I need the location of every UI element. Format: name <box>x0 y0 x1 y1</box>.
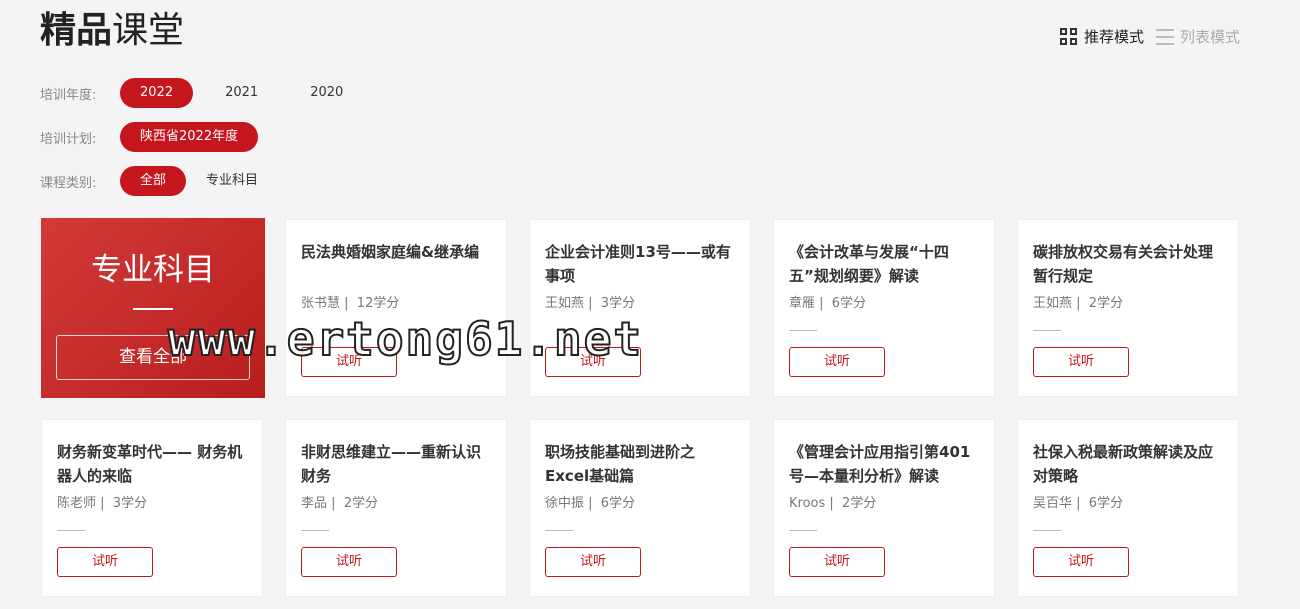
card-divider <box>789 530 817 531</box>
course-title: 《会计改革与发展“十四五”规划纲要》解读 <box>789 243 949 285</box>
course-meta: 王如燕 | 3学分 <box>545 296 636 311</box>
course-card[interactable]: 企业会计准则13号——或有事项 王如燕 | 3学分 试听 <box>529 219 751 397</box>
list-icon <box>1155 28 1174 45</box>
page-title-light: 课堂 <box>112 10 185 51</box>
trial-button[interactable]: 试听 <box>301 347 397 377</box>
course-card[interactable]: 社保入税最新政策解读及应对策略 吴百华 | 6学分 试听 <box>1017 419 1239 597</box>
course-credits: 6学分 <box>831 296 867 311</box>
trial-button[interactable]: 试听 <box>1033 547 1129 577</box>
list-mode-label: 列表模式 <box>1179 28 1240 46</box>
course-card[interactable]: 财务新变革时代—— 财务机器人的来临 陈老师 | 3学分 试听 <box>41 419 263 597</box>
course-meta: 徐中振 | 6学分 <box>545 496 636 511</box>
trial-button[interactable]: 试听 <box>545 347 641 377</box>
filter-plan-label: 培训计划: <box>40 131 97 147</box>
trial-button[interactable]: 试听 <box>1033 347 1129 377</box>
course-title: 非财思维建立——重新认识财务 <box>301 443 482 485</box>
course-teacher: 王如燕 <box>1033 296 1073 311</box>
filter-category-professional[interactable]: 专业科目 <box>198 166 266 196</box>
filter-category-all[interactable]: 全部 <box>120 166 187 196</box>
course-title: 社保入税最新政策解读及应对策略 <box>1033 443 1214 485</box>
page-title-bold: 精品 <box>40 10 113 51</box>
course-credits: 3学分 <box>112 496 148 511</box>
course-card[interactable]: 碳排放权交易有关会计处理暂行规定 王如燕 | 2学分 试听 <box>1017 219 1239 397</box>
course-teacher: 徐中振 <box>545 496 585 511</box>
course-title: 民法典婚姻家庭编&继承编 <box>301 243 480 261</box>
trial-button[interactable]: 试听 <box>789 347 885 377</box>
course-card[interactable]: 非财思维建立——重新认识财务 李品 | 2学分 试听 <box>285 419 507 597</box>
card-divider <box>57 530 85 531</box>
course-credits: 2学分 <box>343 496 379 511</box>
course-title: 职场技能基础到进阶之Excel基础篇 <box>545 443 696 485</box>
card-divider <box>301 530 329 531</box>
filter-category-label: 课程类别: <box>40 175 97 191</box>
course-meta: 王如燕 | 2学分 <box>1033 296 1124 311</box>
course-card[interactable]: 民法典婚姻家庭编&继承编 张书慧 | 12学分 试听 <box>285 219 507 397</box>
recommend-mode-label: 推荐模式 <box>1083 28 1144 46</box>
course-credits: 6学分 <box>1088 496 1124 511</box>
card-divider <box>1033 530 1061 531</box>
course-title: 企业会计准则13号——或有事项 <box>545 243 731 285</box>
filter-year-2022[interactable]: 2022 <box>120 78 194 108</box>
filter-category-row: 课程类别: 全部 专业科目 <box>40 166 278 196</box>
course-teacher: 陈老师 <box>57 496 97 511</box>
course-meta: 吴百华 | 6学分 <box>1033 496 1124 511</box>
page-title: 精品课堂 <box>40 8 184 54</box>
course-credits: 2学分 <box>842 496 877 511</box>
course-credits: 2学分 <box>1088 296 1124 311</box>
course-teacher: 张书慧 <box>301 296 341 311</box>
filter-plan-shaanxi-2022[interactable]: 陕西省2022年度 <box>120 122 259 152</box>
course-meta: 李品 | 2学分 <box>301 496 379 511</box>
course-meta: 章雁 | 6学分 <box>789 296 867 311</box>
filter-year-2021[interactable]: 2021 <box>205 78 278 108</box>
feature-title: 专业科目 <box>91 252 215 288</box>
feature-divider <box>133 308 173 310</box>
course-teacher: 吴百华 <box>1033 496 1073 511</box>
filter-plan-row: 培训计划: 陕西省2022年度 <box>40 122 270 152</box>
card-divider <box>789 330 817 331</box>
course-card[interactable]: 《会计改革与发展“十四五”规划纲要》解读 章雁 | 6学分 试听 <box>773 219 995 397</box>
trial-button[interactable]: 试听 <box>301 547 397 577</box>
card-divider <box>1033 330 1061 331</box>
course-credits: 3学分 <box>600 296 636 311</box>
course-title: 财务新变革时代—— 财务机器人的来临 <box>57 443 243 485</box>
filter-year-row: 培训年度: 2022 2021 2020 <box>40 78 375 108</box>
trial-button[interactable]: 试听 <box>545 547 641 577</box>
view-all-button[interactable]: 查看全部 <box>56 335 250 380</box>
course-card[interactable]: 《管理会计应用指引第401号—本量利分析》解读 Kroos | 2学分 试听 <box>773 419 995 597</box>
course-teacher: 章雁 <box>789 296 816 311</box>
course-teacher: 李品 <box>301 496 328 511</box>
trial-button[interactable]: 试听 <box>57 547 153 577</box>
course-meta: 张书慧 | 12学分 <box>301 296 400 311</box>
course-title: 《管理会计应用指引第401号—本量利分析》解读 <box>789 443 971 485</box>
grid-icon <box>1059 27 1078 46</box>
filter-year-label: 培训年度: <box>40 87 97 103</box>
view-mode-switch: 推荐模式 列表模式 <box>1059 26 1240 47</box>
trial-button[interactable]: 试听 <box>789 547 885 577</box>
feature-tile: 专业科目 查看全部 <box>41 218 265 398</box>
course-title: 碳排放权交易有关会计处理暂行规定 <box>1033 243 1214 285</box>
list-mode-button[interactable]: 列表模式 <box>1155 26 1240 47</box>
course-meta: 陈老师 | 3学分 <box>57 496 148 511</box>
course-meta: Kroos | 2学分 <box>789 496 877 511</box>
course-credits: 6学分 <box>600 496 636 511</box>
course-credits: 12学分 <box>356 296 400 311</box>
filter-year-2020[interactable]: 2020 <box>290 78 363 108</box>
course-card[interactable]: 职场技能基础到进阶之Excel基础篇 徐中振 | 6学分 试听 <box>529 419 751 597</box>
course-teacher: 王如燕 <box>545 296 585 311</box>
course-teacher: Kroos <box>789 496 826 511</box>
card-divider <box>545 530 573 531</box>
recommend-mode-button[interactable]: 推荐模式 <box>1059 26 1144 47</box>
